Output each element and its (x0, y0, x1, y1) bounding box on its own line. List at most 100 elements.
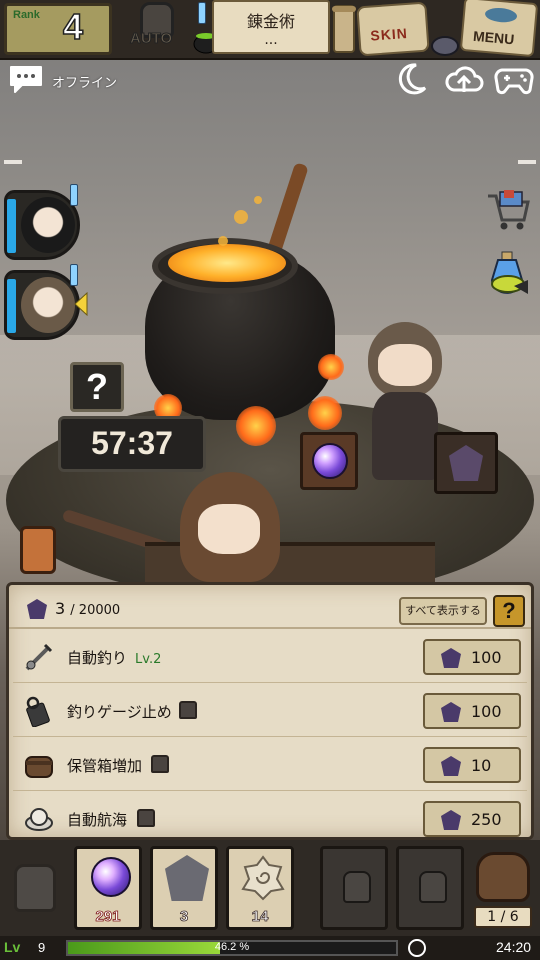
menu-label: MENU (472, 27, 515, 48)
alchemy-gem-icon (441, 702, 461, 722)
upgrade-cost-button[interactable]: 100 (423, 693, 521, 729)
clock-time: 24:20 (496, 939, 532, 955)
cauldron-brew (168, 244, 286, 282)
lantern-icon[interactable] (20, 526, 56, 574)
xp-percent: 46.2 % (214, 941, 250, 953)
level-label: Lv (4, 939, 21, 955)
upgrade-cost-button[interactable]: 250 (423, 801, 521, 837)
upgrade-level: Lv.2 (135, 652, 162, 667)
fire (236, 406, 276, 446)
lock-icon (137, 809, 155, 827)
pouch-icon (431, 36, 459, 56)
item-count: 291 (95, 908, 121, 926)
lock-icon (343, 871, 371, 903)
alchemy-upgrade-panel: 3 / 20000 すべて表示する ? 自動釣り Lv.2 100 釣りゲージ止め… (6, 582, 534, 840)
bubble (254, 196, 262, 204)
auto-label: AUTO (129, 30, 173, 48)
upgrade-cost: 100 (471, 702, 502, 721)
map-scroll-icon[interactable] (330, 4, 358, 54)
hint-button[interactable]: ? (70, 362, 124, 412)
location-sub: ... (264, 32, 278, 48)
offline-status: オフライン (52, 76, 118, 91)
potion-video-icon[interactable] (484, 250, 532, 298)
upgrade-name-text: 自動釣り (67, 649, 128, 667)
notification-icon (198, 2, 206, 24)
item-count: 14 (251, 908, 269, 926)
skin-button[interactable]: SKIN (356, 1, 430, 57)
upgrade-row[interactable]: 自動釣り Lv.2 100 (13, 631, 527, 683)
character-card-1[interactable] (4, 190, 80, 260)
help-button[interactable]: ? (493, 595, 525, 627)
character-card-2[interactable] (4, 270, 80, 340)
menu-button[interactable]: MENU (459, 0, 539, 58)
character-portrait (21, 277, 75, 333)
orb-icon (312, 443, 348, 479)
show-all-button[interactable]: すべて表示する (399, 597, 487, 625)
bubble (218, 236, 228, 246)
location-title: 錬金術 ... (212, 0, 330, 54)
moon-icon[interactable] (396, 62, 428, 96)
skin-label: SKIN (369, 24, 409, 44)
notification-icon (70, 264, 78, 286)
storage-box-icon (25, 756, 53, 778)
location-name: 錬金術 (246, 12, 295, 31)
upgrade-cost: 10 (471, 756, 492, 775)
gem-count: 3 / 20000 (55, 599, 120, 618)
fishing-girl-character (180, 464, 280, 584)
character-portrait (21, 197, 75, 253)
upgrade-name: 釣りゲージ止め (67, 703, 172, 721)
upgrade-name: 自動航海 (67, 811, 128, 829)
alchemy-gem-icon (441, 648, 461, 668)
inventory-slot-locked[interactable] (396, 846, 464, 930)
auto-button[interactable]: AUTO (118, 2, 196, 56)
shell-icon (449, 445, 483, 481)
character-stamina-bar (7, 199, 16, 253)
inventory-slot-shell[interactable]: 3 (150, 846, 218, 930)
alchemy-gem-icon (441, 810, 461, 830)
fire (308, 396, 342, 430)
auto-fishing-icon (25, 643, 53, 671)
lock-icon (179, 701, 197, 719)
fish-icon (484, 6, 518, 24)
level-value: 9 (38, 940, 46, 955)
bubble (234, 210, 248, 224)
upgrade-cost: 250 (471, 810, 502, 829)
cat-robe (372, 392, 438, 480)
timer-value: 57:37 (91, 425, 173, 461)
chat-icon[interactable] (8, 64, 44, 94)
item-count: 3 (179, 908, 189, 926)
rank-label: Rank (13, 9, 40, 21)
cloud-upload-icon[interactable] (444, 64, 484, 96)
inventory-slot-spiral-shell[interactable]: 14 (226, 846, 294, 930)
auto-voyage-icon (25, 808, 53, 831)
inventory-slot-locked[interactable] (320, 846, 388, 930)
cat-face (378, 344, 432, 386)
shell-ingredient-slot[interactable] (434, 432, 498, 494)
left-edge-marker (4, 160, 22, 164)
alchemy-gem-icon (441, 756, 461, 776)
upgrade-row[interactable]: 自動航海 250 (13, 793, 527, 845)
selected-arrow-icon (74, 292, 88, 316)
gamepad-icon[interactable] (494, 64, 534, 96)
bag-button[interactable]: 1 / 6 (470, 848, 536, 932)
upgrade-cost-button[interactable]: 100 (423, 639, 521, 675)
upgrade-row[interactable]: 保管箱増加 10 (13, 739, 527, 791)
clock-icon (408, 939, 426, 957)
upgrade-name: 自動釣り Lv.2 (67, 647, 161, 668)
gem-count-value: 3 (55, 599, 66, 618)
panel-header: 3 / 20000 すべて表示する ? (9, 585, 531, 629)
orb-icon (91, 857, 131, 897)
orb-ingredient-slot[interactable] (300, 432, 358, 490)
rank-badge[interactable]: Rank 4 (4, 3, 112, 55)
shell-icon (165, 855, 209, 901)
gem-count-max: / 20000 (70, 603, 121, 618)
fire (318, 354, 344, 380)
lock-icon[interactable] (14, 864, 56, 912)
upgrade-row[interactable]: 釣りゲージ止め 100 (13, 685, 527, 737)
shopping-cart-icon[interactable] (484, 186, 532, 234)
upgrade-cost-button[interactable]: 10 (423, 747, 521, 783)
alchemy-gem-icon (27, 599, 47, 619)
girl-face (198, 504, 260, 554)
backpack-icon (476, 852, 530, 902)
inventory-slot-orb[interactable]: 291 (74, 846, 142, 930)
